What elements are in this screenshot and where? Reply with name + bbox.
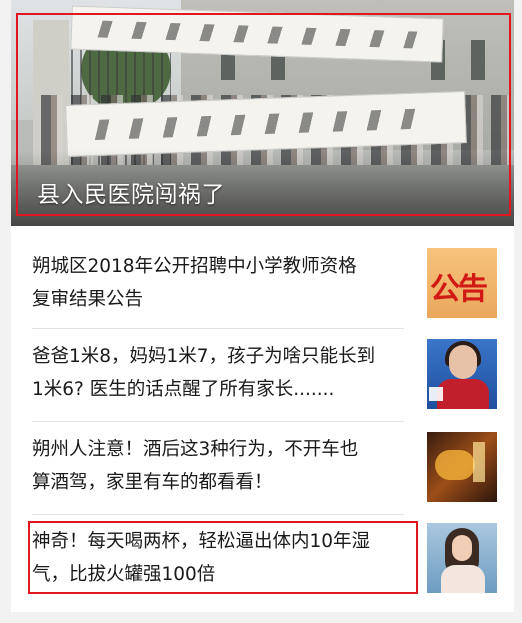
woman-thumbnail [427,523,497,593]
article-title: 朔城区2018年公开招聘中小学教师资格 复审结果公告 [32,256,357,310]
list-item[interactable]: 朔城区2018年公开招聘中小学教师资格 复审结果公告 公告 [11,226,514,328]
drinking-thumbnail [427,432,497,502]
announcement-thumbnail: 公告 [427,248,497,318]
article-title: 朔州人注意！酒后这3种行为，不开车也 算酒驾，家里有车的都看看！ [32,439,359,493]
news-feed-card: 县入民医院闯祸了 朔城区2018年公开招聘中小学教师资格 复审结果公告 公告 爸… [11,0,514,612]
list-item[interactable]: 爸爸1米8，妈妈1米7，孩子为啥只能长到 1米6? 医生的话点醒了所有家长...… [11,329,514,421]
hero-highlight-box [16,13,511,216]
article-highlight-box [28,521,418,594]
list-item[interactable]: 朔州人注意！酒后这3种行为，不开车也 算酒驾，家里有车的都看看！ [11,422,514,514]
news-anchor-thumbnail [427,339,497,409]
announcement-text: 公告 [430,272,488,307]
article-title: 爸爸1米8，妈妈1米7，孩子为啥只能长到 1米6? 医生的话点醒了所有家长...… [32,346,376,400]
